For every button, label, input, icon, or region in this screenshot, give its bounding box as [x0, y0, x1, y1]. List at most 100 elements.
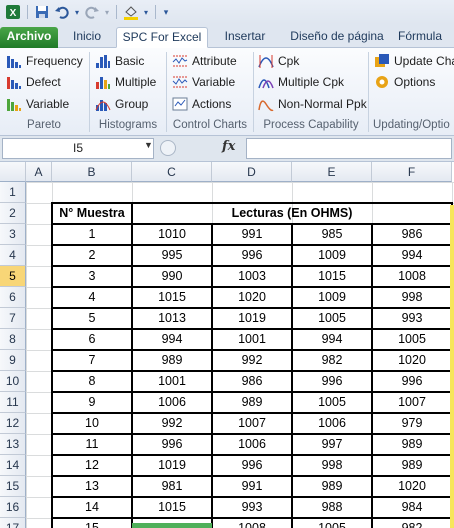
reading-cell[interactable]: 1010 — [132, 224, 212, 245]
reading-cell[interactable]: 1001 — [212, 329, 292, 350]
row-header-12[interactable]: 12 — [0, 413, 26, 434]
sample-number-cell[interactable]: 6 — [52, 329, 132, 350]
reading-cell[interactable]: 1005 — [292, 518, 372, 528]
update-charts-button[interactable]: Update Cha — [374, 51, 454, 71]
row-header-17[interactable]: 17 — [0, 518, 26, 528]
tab-formulas[interactable]: Fórmula — [398, 27, 454, 48]
sample-number-cell[interactable]: 13 — [52, 476, 132, 497]
row-header-9[interactable]: 9 — [0, 350, 26, 371]
sample-number-cell[interactable]: 2 — [52, 245, 132, 266]
reading-cell[interactable]: 1007 — [372, 392, 452, 413]
reading-cell[interactable]: 994 — [372, 245, 452, 266]
tab-inicio[interactable]: Inicio — [62, 27, 112, 48]
reading-cell[interactable]: 994 — [292, 329, 372, 350]
histogram-group-button[interactable]: Group — [95, 94, 148, 114]
capability-non-normal-ppk-button[interactable]: Non-Normal Ppk — [258, 94, 367, 114]
sample-number-cell[interactable]: 4 — [52, 287, 132, 308]
pareto-defect-button[interactable]: Defect — [6, 72, 61, 92]
reading-cell[interactable]: 1015 — [132, 287, 212, 308]
reading-cell[interactable]: 981 — [132, 476, 212, 497]
capability-cpk-button[interactable]: Cpk — [258, 51, 299, 71]
row-header-11[interactable]: 11 — [0, 392, 26, 413]
tab-insertar[interactable]: Insertar — [214, 27, 276, 48]
formula-input[interactable] — [246, 138, 452, 159]
undo-icon[interactable] — [53, 3, 71, 21]
sample-number-cell[interactable]: 8 — [52, 371, 132, 392]
reading-cell[interactable]: 991 — [212, 476, 292, 497]
reading-cell[interactable]: 1006 — [132, 392, 212, 413]
name-box[interactable]: I5 — [2, 138, 154, 159]
reading-cell[interactable]: 992 — [132, 413, 212, 434]
row-header-2[interactable]: 2 — [0, 203, 26, 224]
reading-cell[interactable]: 996 — [212, 245, 292, 266]
pareto-frequency-button[interactable]: Frequency — [6, 51, 83, 71]
reading-cell[interactable]: 1006 — [292, 413, 372, 434]
reading-cell[interactable]: 989 — [372, 434, 452, 455]
reading-cell[interactable]: 988 — [292, 497, 372, 518]
redo-dropdown-icon[interactable]: ▾ — [103, 3, 111, 21]
reading-cell[interactable]: 1019 — [132, 455, 212, 476]
column-header-d[interactable]: D — [212, 162, 292, 182]
reading-cell[interactable]: 1008 — [212, 518, 292, 528]
reading-cell[interactable]: 1003 — [212, 266, 292, 287]
sample-number-cell[interactable]: 3 — [52, 266, 132, 287]
tab-diseno-de-pagina[interactable]: Diseño de página — [284, 27, 390, 48]
column-header-e[interactable]: E — [292, 162, 372, 182]
spreadsheet-grid[interactable]: A B C D E F 1 2 3 4 5 6 7 8 9 10 11 12 13 14 15 16 17 N° Muestr… — [0, 162, 454, 528]
reading-cell[interactable]: 1015 — [292, 266, 372, 287]
reading-cell[interactable]: 1007 — [212, 413, 292, 434]
reading-cell[interactable]: 993 — [212, 497, 292, 518]
reading-cell[interactable]: 998 — [372, 287, 452, 308]
reading-cell[interactable]: 1001 — [132, 371, 212, 392]
select-all-corner[interactable] — [0, 162, 26, 182]
sample-number-cell[interactable]: 12 — [52, 455, 132, 476]
sample-number-cell[interactable]: 9 — [52, 392, 132, 413]
reading-cell[interactable]: 1020 — [372, 476, 452, 497]
reading-cell[interactable]: 1005 — [292, 308, 372, 329]
control-variable-button[interactable]: Variable — [172, 72, 235, 92]
row-header-15[interactable]: 15 — [0, 476, 26, 497]
row-header-13[interactable]: 13 — [0, 434, 26, 455]
column-header-a[interactable]: A — [26, 162, 52, 182]
save-icon[interactable] — [33, 3, 51, 21]
reading-cell[interactable]: 991 — [212, 224, 292, 245]
reading-cell[interactable]: 1013 — [132, 308, 212, 329]
reading-cell[interactable]: 989 — [292, 476, 372, 497]
reading-cell[interactable]: 996 — [212, 455, 292, 476]
column-header-b[interactable]: B — [52, 162, 132, 182]
row-header-3[interactable]: 3 — [0, 224, 26, 245]
row-header-4[interactable]: 4 — [0, 245, 26, 266]
sample-number-cell[interactable]: 5 — [52, 308, 132, 329]
sample-number-cell[interactable]: 15 — [52, 518, 132, 528]
reading-cell[interactable]: 986 — [372, 224, 452, 245]
reading-cell[interactable]: 994 — [132, 329, 212, 350]
reading-cell[interactable]: 996 — [292, 371, 372, 392]
name-box-dropdown-icon[interactable]: ▼ — [144, 140, 153, 150]
reading-cell[interactable]: 1008 — [372, 266, 452, 287]
reading-cell[interactable]: 995 — [132, 245, 212, 266]
reading-cell[interactable]: 1019 — [212, 308, 292, 329]
reading-cell[interactable]: 993 — [372, 308, 452, 329]
histogram-multiple-button[interactable]: Multiple — [95, 72, 156, 92]
redo-icon[interactable] — [83, 3, 101, 21]
row-header-14[interactable]: 14 — [0, 455, 26, 476]
reading-cell[interactable]: 989 — [132, 350, 212, 371]
histogram-basic-button[interactable]: Basic — [95, 51, 144, 71]
column-header-f[interactable]: F — [372, 162, 452, 182]
sample-number-cell[interactable]: 1 — [52, 224, 132, 245]
control-attribute-button[interactable]: Attribute — [172, 51, 237, 71]
row-header-16[interactable]: 16 — [0, 497, 26, 518]
reading-cell[interactable]: 996 — [132, 434, 212, 455]
reading-cell[interactable]: 989 — [212, 392, 292, 413]
reading-cell[interactable]: 1015 — [132, 497, 212, 518]
reading-cell[interactable]: 989 — [372, 455, 452, 476]
reading-cell[interactable]: 986 — [212, 371, 292, 392]
fill-color-icon[interactable] — [122, 3, 140, 21]
row-header-10[interactable]: 10 — [0, 371, 26, 392]
pareto-variable-button[interactable]: Variable — [6, 94, 69, 114]
row-header-5[interactable]: 5 — [0, 266, 26, 287]
customize-toolbar-icon[interactable]: ▾ — [161, 3, 171, 21]
row-header-7[interactable]: 7 — [0, 308, 26, 329]
reading-cell[interactable]: 1009 — [292, 245, 372, 266]
capability-multiple-cpk-button[interactable]: Multiple Cpk — [258, 72, 344, 92]
